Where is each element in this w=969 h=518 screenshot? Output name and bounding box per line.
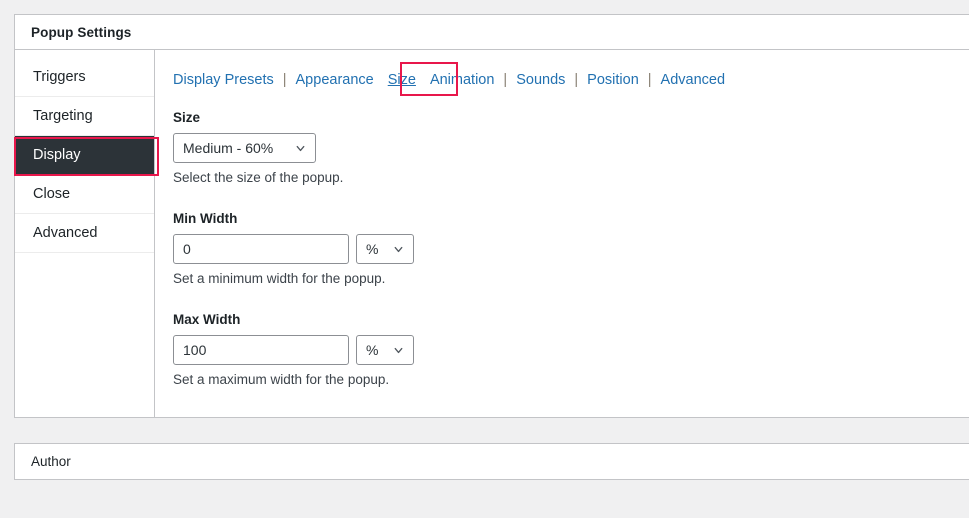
max-width-unit-value: % — [366, 342, 379, 358]
field-max-width-row: % — [173, 335, 969, 365]
sidebar-item-label: Advanced — [33, 225, 98, 241]
chevron-down-icon — [392, 344, 405, 357]
size-select-value: Medium - 60% — [183, 140, 274, 156]
tab-separator: | — [574, 72, 579, 88]
settings-content-pane: Display Presets | Appearance Size Animat… — [155, 50, 969, 417]
sidebar-item-label: Triggers — [33, 69, 86, 85]
author-panel-title: Author — [31, 454, 71, 469]
tab-separator: | — [647, 72, 652, 88]
settings-sidebar: Triggers Targeting Display Close Advance… — [15, 50, 155, 417]
field-size: Size Medium - 60% Select the size of the… — [173, 110, 969, 185]
tab-position[interactable]: Position — [587, 72, 639, 88]
size-select[interactable]: Medium - 60% — [173, 133, 316, 163]
sidebar-item-label: Display — [33, 147, 81, 163]
field-min-width: Min Width % Set a minimum width for the … — [173, 211, 969, 286]
chevron-down-icon — [392, 243, 405, 256]
sidebar-item-close[interactable]: Close — [15, 175, 154, 214]
min-width-unit-value: % — [366, 241, 379, 257]
tab-size[interactable]: Size — [388, 72, 416, 88]
tab-separator: | — [282, 72, 287, 88]
chevron-down-icon — [294, 142, 307, 155]
field-size-description: Select the size of the popup. — [173, 170, 344, 185]
sidebar-item-advanced[interactable]: Advanced — [15, 214, 154, 253]
tab-separator: | — [503, 72, 508, 88]
field-min-width-row: % — [173, 234, 969, 264]
max-width-unit-select[interactable]: % — [356, 335, 414, 365]
sidebar-item-label: Targeting — [33, 108, 93, 124]
tab-appearance[interactable]: Appearance — [296, 72, 374, 88]
sidebar-item-display[interactable]: Display — [15, 136, 154, 175]
min-width-unit-select[interactable]: % — [356, 234, 414, 264]
tab-animation[interactable]: Animation — [430, 72, 494, 88]
sidebar-item-targeting[interactable]: Targeting — [15, 97, 154, 136]
page-title: Popup Settings — [31, 24, 132, 40]
field-size-label: Size — [173, 110, 201, 125]
sidebar-item-label: Close — [33, 186, 71, 202]
settings-tabbar: Display Presets | Appearance Size Animat… — [173, 70, 969, 90]
field-min-width-description: Set a minimum width for the popup. — [173, 271, 386, 286]
field-max-width-label: Max Width — [173, 312, 241, 327]
tab-sounds[interactable]: Sounds — [516, 72, 565, 88]
tab-display-presets[interactable]: Display Presets — [173, 72, 274, 88]
tab-advanced[interactable]: Advanced — [661, 72, 726, 88]
max-width-input[interactable] — [173, 335, 349, 365]
field-max-width: Max Width % Set a maximum width for the … — [173, 312, 969, 387]
popup-settings-header: Popup Settings — [15, 15, 969, 50]
popup-settings-panel: Popup Settings Triggers Targeting Displa… — [14, 14, 969, 418]
author-panel: Author — [14, 443, 969, 480]
min-width-input[interactable] — [173, 234, 349, 264]
field-max-width-description: Set a maximum width for the popup. — [173, 372, 390, 387]
field-min-width-label: Min Width — [173, 211, 238, 226]
field-size-row: Medium - 60% — [173, 133, 969, 163]
sidebar-item-triggers[interactable]: Triggers — [15, 58, 154, 97]
popup-settings-body: Triggers Targeting Display Close Advance… — [15, 50, 969, 417]
